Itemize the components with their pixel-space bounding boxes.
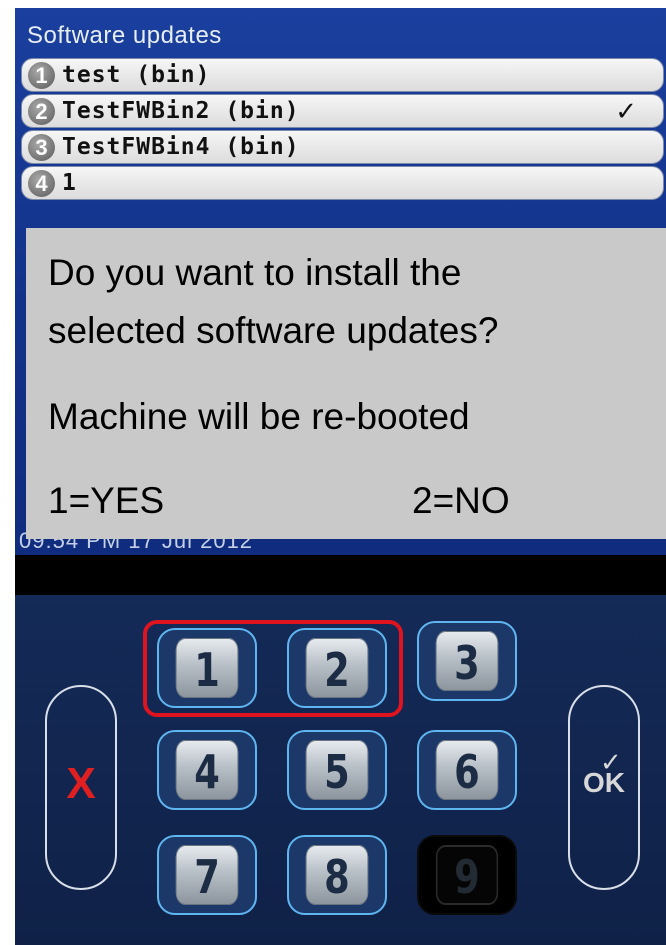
update-label: test (bin) [62, 62, 211, 88]
key-9-disabled: 9 [417, 835, 517, 915]
dialog-question-line1: Do you want to install the [48, 252, 462, 293]
screen-bezel-strip [15, 555, 666, 595]
cancel-button[interactable]: X [45, 685, 117, 890]
key-label: 9 [435, 845, 499, 905]
key-5[interactable]: 5 [287, 730, 387, 810]
checkmark-icon: ✓ [615, 96, 637, 126]
update-row-4[interactable]: 4 1 [21, 166, 664, 200]
update-row-3[interactable]: 3 TestFWBin4 (bin) [21, 130, 664, 164]
update-row-2[interactable]: 2 TestFWBin2 (bin) ✓ [21, 94, 664, 128]
keypad: X 1 2 3 4 5 6 7 8 9 ✓ OK [15, 595, 666, 945]
dialog-yes-option: 1=YES [48, 480, 165, 521]
key-label: 8 [305, 845, 369, 905]
update-label: TestFWBin2 (bin) [62, 98, 300, 124]
key-label: 5 [305, 740, 369, 800]
row-number-badge: 3 [28, 134, 55, 161]
screen-title: Software updates [27, 22, 222, 49]
key-4[interactable]: 4 [157, 730, 257, 810]
dialog-no-option: 2=NO [412, 480, 510, 521]
row-number-badge: 2 [28, 98, 55, 125]
dialog-reboot-warning: Machine will be re-booted [48, 396, 470, 437]
keys-1-2-highlight-outline [143, 620, 403, 717]
row-number-badge: 1 [28, 62, 55, 89]
key-label: 3 [435, 631, 499, 691]
key-8[interactable]: 8 [287, 835, 387, 915]
ok-label: OK [583, 767, 625, 798]
dialog-question-line2: selected software updates? [48, 310, 499, 351]
key-label: 7 [175, 845, 239, 905]
ok-button[interactable]: ✓ OK [568, 685, 640, 890]
update-label: TestFWBin4 (bin) [62, 134, 300, 160]
key-7[interactable]: 7 [157, 835, 257, 915]
cancel-x-icon: X [66, 759, 96, 808]
install-confirm-dialog: Do you want to install the selected soft… [26, 228, 666, 539]
key-6[interactable]: 6 [417, 730, 517, 810]
key-label: 6 [435, 740, 499, 800]
key-3[interactable]: 3 [417, 621, 517, 701]
update-label: 1 [62, 170, 77, 196]
row-number-badge: 4 [28, 170, 55, 197]
key-label: 4 [175, 740, 239, 800]
update-row-1[interactable]: 1 test (bin) [21, 58, 664, 92]
